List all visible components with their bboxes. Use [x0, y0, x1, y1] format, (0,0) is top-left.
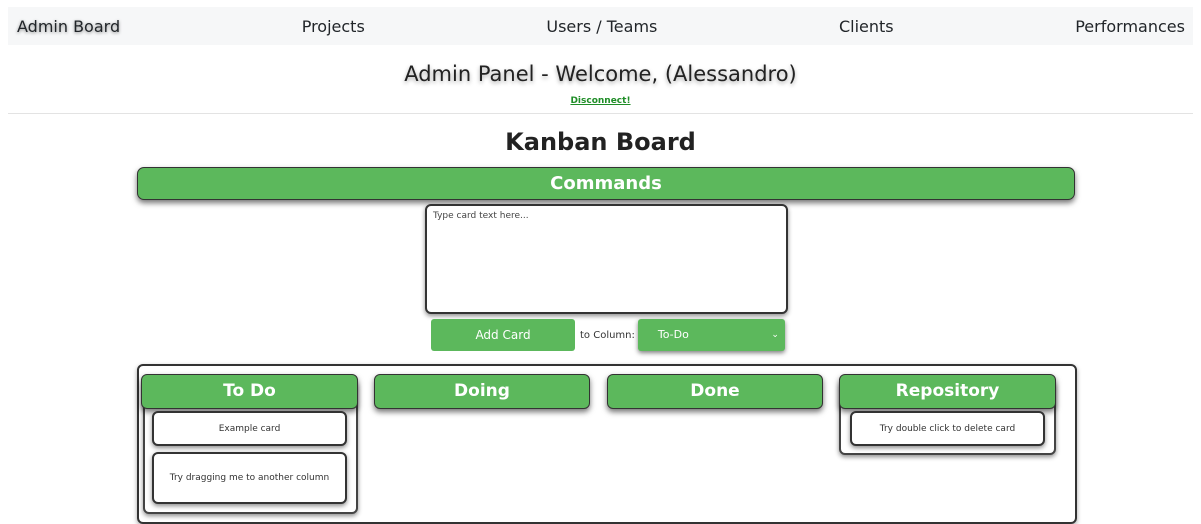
nav-projects[interactable]: Projects — [302, 17, 365, 36]
disconnect-link[interactable]: Disconnect! — [570, 96, 630, 107]
nav-admin-board[interactable]: Admin Board — [17, 17, 120, 36]
column-header-doing: Doing — [374, 374, 590, 409]
to-column-label: to Column: — [580, 329, 635, 341]
top-navbar: Admin Board Projects Users / Teams Clien… — [8, 7, 1193, 45]
nav-clients[interactable]: Clients — [839, 17, 894, 36]
column-select[interactable]: To-Do ⌄ — [637, 319, 785, 351]
page-title: Kanban Board — [505, 128, 696, 156]
column-select-value: To-Do — [657, 328, 689, 341]
header-divider — [8, 113, 1193, 114]
welcome-title: Admin Panel - Welcome, (Alessandro) — [404, 62, 797, 86]
kanban-card[interactable]: Try double click to delete card — [850, 411, 1045, 446]
add-card-button[interactable]: Add Card — [431, 319, 575, 351]
column-header-repository: Repository — [839, 374, 1056, 409]
kanban-card[interactable]: Example card — [152, 411, 347, 446]
chevron-down-icon: ⌄ — [771, 330, 779, 340]
welcome-header: Admin Panel - Welcome, (Alessandro) Disc… — [0, 60, 1201, 107]
add-card-controls: Add Card to Column: To-Do ⌄ — [431, 319, 785, 351]
column-header-todo: To Do — [141, 374, 358, 409]
column-header-done: Done — [607, 374, 823, 409]
kanban-card[interactable]: Try dragging me to another column — [152, 452, 347, 504]
commands-header: Commands — [137, 167, 1075, 200]
nav-users-teams[interactable]: Users / Teams — [546, 17, 657, 36]
nav-performances[interactable]: Performances — [1075, 17, 1185, 36]
card-text-input[interactable] — [425, 204, 788, 314]
